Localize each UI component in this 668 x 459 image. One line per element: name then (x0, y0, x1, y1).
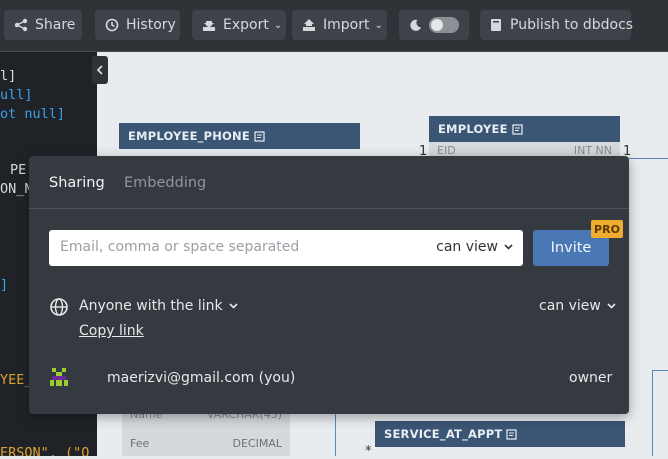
moon-icon (410, 19, 422, 31)
link-access-value: Anyone with the link (79, 298, 223, 314)
pro-badge: PRO (591, 220, 623, 238)
code-line: ull] (0, 87, 33, 103)
field-name: Fee (130, 437, 150, 450)
invite-label: Invite (550, 240, 592, 256)
note-icon (512, 123, 523, 135)
code-line: ON_N (0, 181, 33, 197)
code-line: PE (10, 162, 27, 178)
table-header[interactable]: EMPLOYEE_PHONE (119, 123, 360, 149)
table-header[interactable]: SERVICE_AT_APPT (375, 421, 625, 447)
import-label: Import (323, 17, 370, 33)
copy-link[interactable]: Copy link (79, 323, 144, 339)
table-name: SERVICE_AT_APPT (384, 427, 503, 441)
code-line: YEE_ (0, 372, 33, 388)
publish-label: Publish to dbdocs (510, 17, 634, 33)
relationship-line (629, 158, 668, 159)
note-icon (506, 428, 518, 440)
email-placeholder: Email, comma or space separated (60, 239, 300, 255)
chevron-down-icon (504, 244, 513, 250)
email-input[interactable]: Email, comma or space separated can view (49, 230, 523, 266)
chevron-down-icon: ⌄ (374, 19, 383, 31)
toggle-knob (431, 19, 443, 31)
relationship-line (652, 370, 668, 371)
invite-permission-select[interactable]: can view (436, 239, 513, 255)
share-button[interactable]: Share (4, 10, 82, 40)
field-type: DECIMAL (232, 437, 283, 450)
history-label: History (126, 17, 176, 33)
history-icon (105, 18, 119, 32)
relationship-label: * (365, 444, 372, 459)
table-name: EMPLOYEE (438, 122, 508, 136)
export-button[interactable]: Export ⌄ (192, 10, 286, 40)
tab-sharing[interactable]: Sharing (49, 175, 105, 191)
table-header[interactable]: EMPLOYEE (429, 116, 620, 142)
top-toolbar: Share History Export ⌄ Import ⌄ Publish … (0, 0, 668, 52)
table-name: EMPLOYEE_PHONE (128, 129, 250, 143)
toggle-track (429, 17, 459, 33)
field-row: Fee DECIMAL (122, 437, 290, 450)
history-button[interactable]: History (95, 10, 180, 40)
chevron-down-icon (607, 303, 616, 309)
chevron-down-icon (229, 303, 238, 309)
share-label: Share (35, 17, 76, 33)
code-line: ERSON", ("O (0, 445, 90, 456)
theme-toggle[interactable] (399, 10, 469, 40)
avatar (50, 368, 68, 386)
book-icon (491, 19, 501, 31)
chevron-down-icon: ⌄ (273, 19, 283, 31)
export-label: Export (223, 17, 269, 33)
owner-email: maerizvi@gmail.com (you) (107, 370, 296, 386)
divider (29, 208, 629, 209)
link-permission-select[interactable]: can view (539, 298, 616, 314)
owner-role: owner (569, 370, 613, 386)
code-line: ot null] (0, 106, 66, 122)
share-icon (14, 18, 28, 32)
link-access-select[interactable]: Anyone with the link (79, 298, 238, 314)
globe-icon (50, 298, 68, 316)
share-dialog: Sharing Embedding Email, comma or space … (29, 156, 629, 414)
download-icon (203, 21, 215, 31)
relationship-line (652, 370, 653, 456)
note-icon (254, 130, 265, 142)
code-line: l] (0, 68, 17, 84)
link-permission-value: can view (539, 298, 601, 314)
tab-embedding[interactable]: Embedding (124, 175, 206, 191)
code-line: ] (0, 277, 9, 293)
upload-icon (303, 19, 315, 31)
publish-button[interactable]: Publish to dbdocs (480, 10, 634, 40)
invite-permission-value: can view (436, 239, 498, 255)
import-button[interactable]: Import ⌄ (292, 10, 387, 40)
